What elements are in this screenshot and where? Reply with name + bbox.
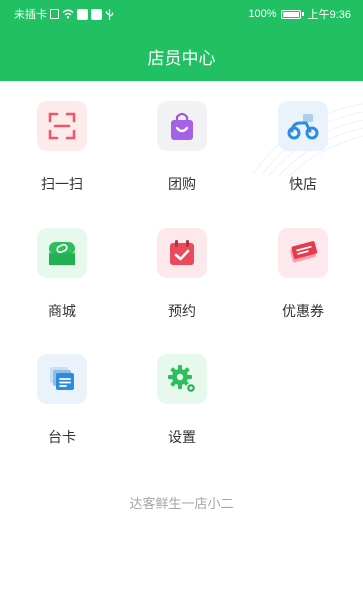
card-stack-icon [50, 367, 74, 390]
carrier-text: 未插卡 [14, 9, 47, 21]
quick-store-tile [278, 101, 328, 151]
mall-tile [37, 228, 87, 278]
sim-icon [50, 9, 59, 19]
shopping-bag-icon [171, 112, 193, 140]
menu-item-mall[interactable]: 商城 [2, 228, 122, 321]
coupon-icon [290, 241, 318, 263]
battery-percent: 100% [248, 8, 277, 20]
usb-icon [105, 8, 114, 20]
battery-tip [301, 12, 304, 16]
scan-tile [37, 101, 87, 151]
group-buy-tile [157, 101, 207, 151]
appointment-tile [157, 228, 207, 278]
settings-tile [157, 354, 207, 404]
store-icon [49, 242, 75, 265]
coupon-tile [278, 228, 328, 278]
menu-item-settings[interactable]: 设置 [122, 354, 242, 447]
table-card-tile [37, 354, 87, 404]
menu-item-coupon[interactable]: 优惠券 [243, 228, 363, 321]
page-title: 店员中心 [147, 49, 216, 68]
menu-label-appointment: 预约 [168, 303, 196, 319]
menu-item-group-buy[interactable]: 团购 [122, 101, 242, 194]
scooter-icon [287, 114, 319, 140]
battery-icon [280, 9, 301, 19]
gear-icon [168, 365, 197, 394]
menu-label-mall: 商城 [48, 303, 76, 319]
menu-label-table-card: 台卡 [48, 429, 76, 445]
menu-label-quick-store: 快店 [289, 176, 317, 192]
calendar-check-icon [170, 240, 194, 265]
scan-icon [48, 112, 76, 140]
app-header: 未插卡 100% 上午9:36 店员中心 [0, 0, 363, 81]
menu-item-scan[interactable]: 扫一扫 [2, 101, 122, 194]
menu-label-scan: 扫一扫 [41, 176, 83, 192]
store-clerk-text: 达客鲜生一店小二 [129, 496, 234, 511]
menu-label-group-buy: 团购 [168, 176, 196, 192]
status-bar: 未插卡 100% 上午9:36 [0, 0, 363, 26]
menu-label-coupon: 优惠券 [282, 303, 324, 319]
menu-label-settings: 设置 [168, 429, 196, 445]
menu-item-quick-store[interactable]: 快店 [243, 101, 363, 194]
notification-icon [77, 8, 88, 20]
menu-item-appointment[interactable]: 预约 [122, 228, 242, 321]
wifi-icon [62, 9, 74, 19]
menu-item-table-card[interactable]: 台卡 [2, 354, 122, 447]
shield-icon [91, 8, 102, 20]
status-time: 上午9:36 [307, 9, 351, 21]
